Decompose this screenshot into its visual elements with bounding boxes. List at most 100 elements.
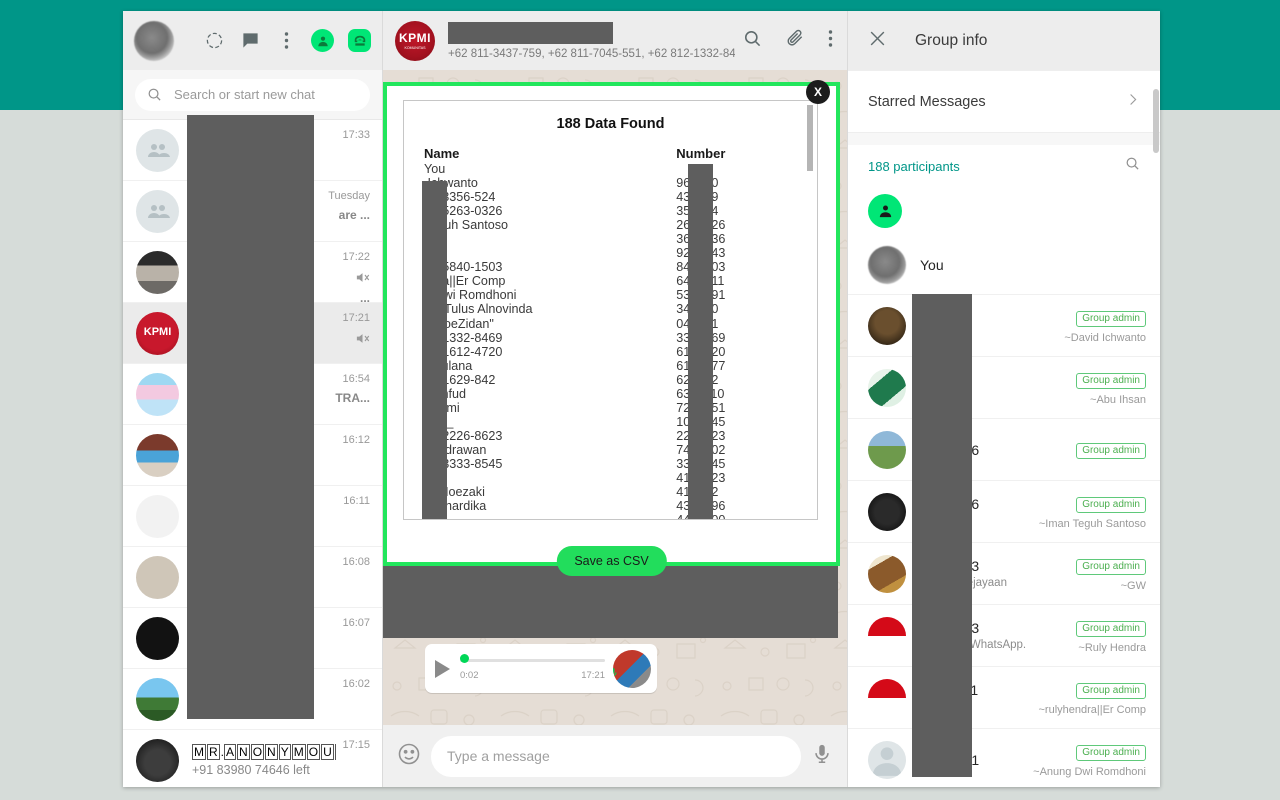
status-badge: Group admin [1076, 558, 1146, 575]
avatar [136, 372, 179, 416]
smiley-icon[interactable] [397, 742, 421, 771]
status-badge: Group admin [1076, 682, 1146, 699]
participant-meta: Group admin ~Anung Dwi Romdhoni [1033, 742, 1146, 778]
redaction-overlay-chat-list [187, 115, 314, 719]
participant-meta: Group admin ~rulyhendra||Er Comp [1038, 680, 1146, 716]
participant-meta: Group admin ~Abu Ihsan [1076, 370, 1146, 406]
data-row-name: You [424, 162, 446, 176]
menu-icon[interactable] [275, 30, 297, 52]
participant-row[interactable]: 641-0311401503Group admin~rulyhendra||Er… [848, 667, 1160, 729]
audio-timestamp: 17:21 [581, 669, 605, 681]
avatar [136, 250, 179, 294]
participant-row[interactable]: 530-6191Group admin~Anung Dwi Romdhoni [848, 729, 1160, 787]
add-participant-row[interactable] [848, 187, 1160, 235]
starred-messages-row[interactable]: Starred Messages [848, 71, 1160, 133]
chat-item-time: Tuesday [328, 190, 370, 202]
redaction-overlay-names [422, 181, 447, 519]
participant-meta: Group admin ~Iman Teguh Santoso [1039, 494, 1146, 530]
data-row-name [424, 232, 676, 246]
sender-avatar [613, 649, 651, 688]
status-badge: Group admin [1076, 620, 1146, 637]
menu-icon[interactable] [828, 29, 833, 53]
avatar [136, 128, 179, 172]
dialog-title: 188 Data Found [556, 116, 665, 132]
participant-row[interactable]: 364-8936ikum...Group admin~Iman Teguh Sa… [848, 481, 1160, 543]
participant-you-row[interactable]: You [848, 235, 1160, 295]
data-row-name: 52-5840-1503 [424, 260, 503, 275]
search-icon[interactable] [1125, 156, 1140, 176]
chat-item-time: 16:11 [343, 495, 370, 507]
extension-phone-icon[interactable] [348, 29, 371, 52]
avatar [868, 492, 906, 531]
data-row-name: asyimi [424, 401, 676, 415]
search-input[interactable]: Search or start new chat [135, 78, 370, 111]
message-input[interactable]: Type a message [431, 735, 801, 777]
group-avatar-sublabel: KOMUNITAS [404, 46, 426, 50]
participant-meta: Group admin ~GW [1076, 556, 1146, 592]
avatar: KPMI [136, 311, 179, 355]
scrollbar-thumb[interactable] [807, 105, 813, 171]
chat-item-meta: 16:02 [342, 669, 370, 690]
data-row-name [424, 246, 676, 260]
close-icon[interactable] [868, 29, 887, 53]
group-info-header: Group info [848, 11, 1160, 70]
participant-list[interactable]: 437-759Group admin~David Ichwanto356-524… [848, 295, 1160, 787]
chat-item-time: 17:15 [342, 739, 370, 751]
participant-row[interactable]: 921-6843ah Ada KejayaanGroup admin~GW [848, 543, 1160, 605]
search-icon [148, 88, 161, 101]
audio-track[interactable] [460, 658, 605, 662]
participant-alias: ~rulyhendra||Er Comp [1038, 703, 1146, 716]
attach-icon[interactable] [785, 28, 805, 53]
add-participant-icon[interactable] [868, 194, 902, 228]
participant-name: You [920, 256, 944, 273]
participant-row[interactable]: 437-759Group admin~David Ichwanto [848, 295, 1160, 357]
save-as-csv-button[interactable]: Save as CSV [556, 546, 667, 576]
avatar [868, 616, 906, 655]
avatar [136, 189, 179, 233]
participant-meta: Group admin ~David Ichwanto [1064, 308, 1146, 344]
avatar[interactable] [134, 20, 174, 61]
extension-contact-icon[interactable] [311, 29, 334, 52]
avatar [868, 306, 906, 345]
search-icon[interactable] [743, 29, 762, 53]
participant-row[interactable]: 356-52424 [ Call ]Group admin~Abu Ihsan [848, 357, 1160, 419]
participant-alias: ~Ruly Hendra [1078, 641, 1146, 654]
compose-bar: Type a message [383, 725, 847, 787]
audio-progress[interactable]: 0:02 17:21 [460, 653, 605, 681]
search-row: Search or start new chat [123, 70, 382, 120]
status-icon[interactable] [203, 30, 225, 52]
participant-row[interactable]: 263-0326Group admin [848, 419, 1160, 481]
microphone-icon[interactable] [811, 743, 833, 770]
participant-alias: ~GW [1120, 579, 1146, 592]
participant-alias: ~Anung Dwi Romdhoni [1033, 765, 1146, 778]
data-row-name: "AboeZidan" [424, 316, 494, 331]
data-row-name: tio [424, 471, 676, 485]
audio-thumb[interactable] [460, 653, 469, 663]
chat-item-meta: 17:22... [342, 242, 370, 305]
redaction-overlay-group-name [448, 21, 613, 44]
group-info-scroll[interactable]: Starred Messages 188 participants You Gr… [848, 70, 1160, 787]
avatar [136, 616, 179, 660]
chat-list-item[interactable]: MR.ANONYMOUS +91 83980 74646 left 17:15 [123, 730, 382, 787]
data-row-name: 12-3356-524 [424, 190, 496, 205]
participants-line: +62 811-3437-759, +62 811-7045-551, +62 … [448, 47, 735, 60]
avatar [136, 433, 179, 477]
avatar [136, 677, 179, 721]
voice-message-bubble[interactable]: 0:02 17:21 [425, 644, 657, 693]
new-chat-icon[interactable] [239, 30, 261, 52]
chat-item-time: 16:02 [342, 678, 370, 690]
column-header-name: Name [424, 146, 460, 161]
play-icon[interactable] [435, 659, 450, 678]
chat-item-meta: 16:11 [343, 486, 370, 507]
chat-item-meta: 17:21 [342, 303, 370, 346]
status-badge: Group admin [1076, 310, 1146, 327]
avatar [136, 555, 179, 599]
audio-times: 0:02 17:21 [460, 670, 605, 681]
avatar [868, 245, 906, 284]
participant-row[interactable]: 840-1503am using WhatsApp.Group admin~Ru… [848, 605, 1160, 667]
scrollbar-thumb[interactable] [1153, 89, 1159, 153]
group-avatar[interactable]: KPMI KOMUNITAS [395, 20, 435, 61]
redaction-overlay-participants [912, 294, 972, 777]
data-row-name: Mahfud [424, 387, 676, 401]
close-icon[interactable]: X [806, 80, 830, 104]
